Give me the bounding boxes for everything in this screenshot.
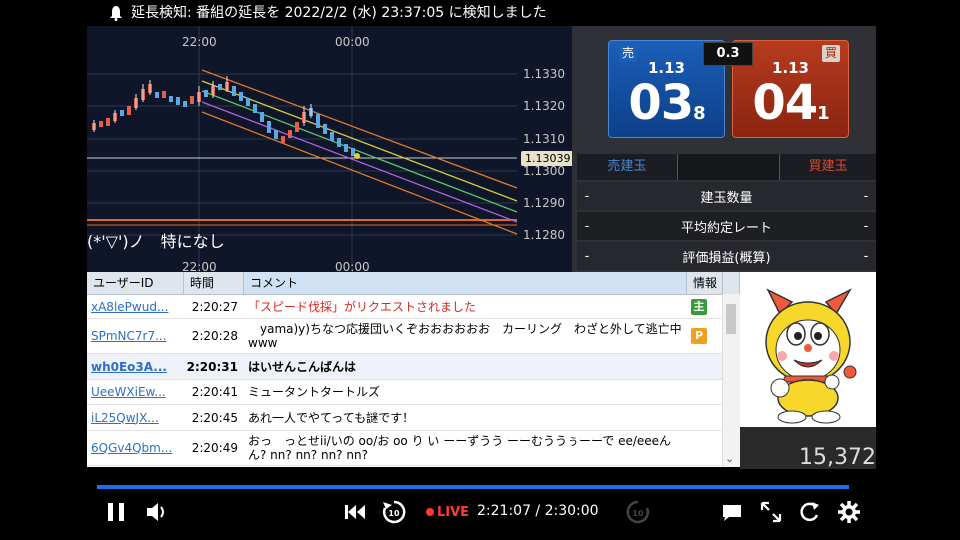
comment-time: 2:20:49 [191, 441, 238, 455]
settings-gear-icon[interactable] [837, 499, 861, 525]
buy-position-label: 買建玉 [780, 154, 876, 180]
comment-row[interactable]: SPmNC7r7... 2:20:28 yama)y)ちなつ応援団いくぞおおおお… [87, 319, 740, 354]
mascot-illustration [765, 288, 857, 424]
comment-text: ミュータントタートルズ [248, 385, 381, 399]
time-label-top-1: 22:00 [182, 35, 217, 49]
svg-text:10: 10 [388, 509, 400, 518]
comment-time: 2:20:45 [191, 410, 238, 425]
comment-row[interactable]: UeeWXiEw... 2:20:41 ミュータントタートルズ [87, 380, 740, 405]
header-spacer [723, 272, 740, 294]
owner-icon: 主 [691, 298, 707, 315]
comment-info [687, 354, 723, 379]
overlay-message: (*'▽')ノ 特になし [87, 232, 225, 251]
comment-time: 2:20:41 [191, 385, 238, 399]
comment-time: 2:20:27 [191, 299, 238, 314]
position-header-spacer [676, 154, 781, 180]
comment-info [687, 380, 723, 404]
current-price-label: 1.13039 [521, 151, 575, 166]
header-user-id[interactable]: ユーザーID [87, 272, 184, 294]
comment-header: ユーザーID 時間 コメント 情報 [87, 272, 740, 295]
position-header: 売建玉 買建玉 [577, 154, 876, 180]
live-dot-icon [426, 508, 434, 516]
comment-text: おっ っとせii/いの oo/お oo り い ーーずうう ーーむううぅーーで … [248, 434, 672, 462]
comment-text: あれ一人でやてっても謎です！ [248, 410, 415, 425]
price-tick: 1.1280 [523, 228, 565, 242]
price-chart: 22:00 00:00 22:00 00:00 1.1330 1.1320 1.… [87, 26, 575, 274]
player-controls: 10 LIVE 2:21:07 / 2:30:00 10 [87, 469, 876, 540]
premium-icon: P [691, 328, 707, 344]
progress-bar[interactable] [97, 485, 850, 489]
comment-row[interactable]: wh0Eo3A... 2:20:31 はいせんこんばんは [87, 354, 740, 380]
buy-price-main: 041 [752, 75, 829, 131]
spread-value: 0.3 [703, 42, 753, 66]
header-info[interactable]: 情報 [687, 272, 723, 294]
stream-frame: 延長検知: 番組の延長を 2022/2/2 (水) 23:37:05 に検知しま… [87, 0, 876, 540]
reload-icon[interactable] [797, 499, 821, 525]
comment-text: はいせんこんばんは [248, 359, 357, 374]
comment-user-id[interactable]: xA8lePwud... [87, 295, 184, 318]
comment-list: ユーザーID 時間 コメント 情報 xA8lePwud... 2:20:27 「… [87, 272, 740, 467]
price-tick: 1.1290 [523, 196, 565, 210]
comment-info: P [687, 319, 723, 353]
comment-row[interactable]: xA8lePwud... 2:20:27 「スピード伐採」がリクエストされました… [87, 295, 740, 319]
skip-to-start-icon[interactable] [343, 499, 367, 525]
notification-text: 延長検知: 番組の延長を 2022/2/2 (水) 23:37:05 に検知しま… [131, 5, 547, 21]
bell-icon [110, 6, 122, 21]
volume-icon[interactable] [145, 499, 169, 525]
viewer-count: 15,372 [740, 427, 876, 469]
comment-row[interactable]: iL25QwJX... 2:20:45 あれ一人でやてっても謎です！ [87, 405, 740, 431]
sell-position-label: 売建玉 [577, 154, 677, 180]
comment-scrollbar[interactable]: ⌄ [722, 294, 740, 467]
sell-price-main: 038 [628, 75, 705, 131]
trade-panel: 売 1.13 038 0.3 買 1.13 041 売建玉 買建玉 - 建玉数量 -… [572, 26, 876, 272]
position-row-average-rate: - 平均約定レート - [577, 212, 876, 240]
comment-time: 2:20:31 [186, 359, 238, 374]
comment-text: yama)y)ちなつ応援団いくぞおおおおおお カーリング わざと外して逃亡中ww… [248, 322, 682, 350]
comment-info [687, 405, 723, 430]
comment-text: 「スピード伐採」がリクエストされました [248, 299, 477, 314]
comment-info [687, 431, 723, 465]
pause-icon[interactable] [107, 499, 127, 525]
position-row-quantity: - 建玉数量 - [577, 182, 876, 210]
scroll-down-icon[interactable]: ⌄ [725, 452, 734, 465]
comment-user-id[interactable]: UeeWXiEw... [87, 380, 184, 404]
mascot-image [740, 272, 876, 427]
comment-info: 主 [687, 295, 723, 318]
header-time[interactable]: 時間 [184, 272, 244, 294]
notification-bar: 延長検知: 番組の延長を 2022/2/2 (水) 23:37:05 に検知しま… [87, 0, 876, 26]
header-comment[interactable]: コメント [244, 272, 687, 294]
price-tick: 1.1310 [523, 132, 565, 146]
fullscreen-icon[interactable] [759, 499, 783, 525]
playback-time: 2:21:07 / 2:30:00 [477, 503, 599, 519]
comment-icon[interactable] [721, 499, 743, 525]
svg-text:10: 10 [632, 509, 644, 518]
time-label-top-2: 00:00 [335, 35, 370, 49]
comment-row[interactable]: 6QGv4Qbm... 2:20:49 おっ っとせii/いの oo/お oo … [87, 431, 740, 466]
scrollbar-thumb[interactable] [726, 304, 736, 334]
position-row-pnl: - 評価損益(概算) - [577, 242, 876, 270]
comment-user-id[interactable]: iL25QwJX... [87, 405, 184, 430]
price-tick: 1.1320 [523, 99, 565, 113]
comment-user-id[interactable]: SPmNC7r7... [87, 319, 184, 353]
comment-user-id[interactable]: wh0Eo3A... [87, 354, 184, 379]
rewind-10-icon[interactable]: 10 [381, 499, 407, 525]
forward-10-icon[interactable]: 10 [625, 499, 651, 525]
price-tick: 1.1300 [523, 164, 565, 178]
comment-time: 2:20:28 [191, 329, 238, 343]
live-label: LIVE [437, 505, 470, 520]
comment-user-id[interactable]: 6QGv4Qbm... [87, 431, 184, 465]
price-tick: 1.1330 [523, 67, 565, 81]
